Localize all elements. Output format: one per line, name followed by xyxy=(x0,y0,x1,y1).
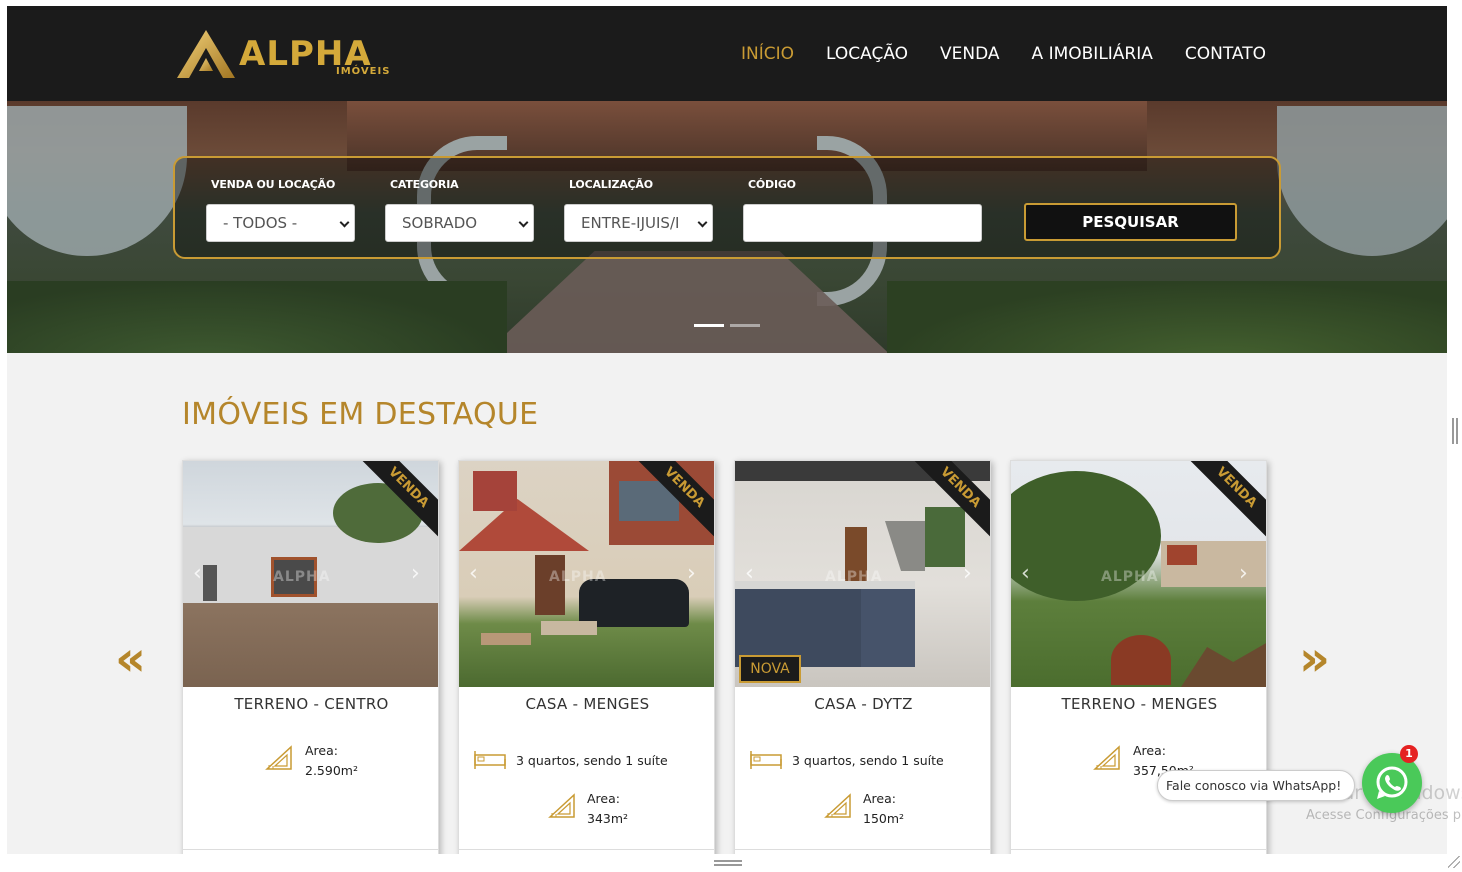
type-select[interactable]: - TODOS - xyxy=(206,204,355,242)
logo[interactable]: ALPHA IMÓVEIS xyxy=(175,28,407,80)
location-field: LOCALIZAÇÃO xyxy=(569,178,653,191)
property-card[interactable]: ALPHA ‹ › VENDA CASA - MENGES 3 quartos,… xyxy=(458,460,715,854)
notification-badge: 1 xyxy=(1400,745,1418,763)
code-field: CÓDIGO xyxy=(748,178,796,191)
scrollbar-grip[interactable] xyxy=(1452,418,1458,444)
chevron-down-icon xyxy=(518,217,529,228)
category-select[interactable]: SOBRADO xyxy=(385,204,534,242)
card-divider xyxy=(1011,849,1266,850)
property-photo[interactable]: ALPHA ‹ › VENDA xyxy=(459,461,714,687)
hero-banner: VENDA OU LOCAÇÃO - TODOS - CATEGORIA SOB… xyxy=(7,101,1447,353)
bed-icon xyxy=(474,751,506,769)
slider-dot-1[interactable] xyxy=(694,324,724,327)
hero-photo-plants xyxy=(7,281,507,353)
slider-dots xyxy=(694,324,760,327)
featured-title: IMÓVEIS EM DESTAQUE xyxy=(182,397,539,432)
photo-next-icon[interactable]: › xyxy=(411,561,420,586)
card-divider xyxy=(735,849,990,850)
category-select-value: SOBRADO xyxy=(402,214,478,232)
property-photo[interactable]: ALPHA ‹ › VENDA xyxy=(183,461,438,687)
property-title[interactable]: TERRENO - MENGES xyxy=(1011,695,1266,713)
category-label: CATEGORIA xyxy=(390,178,459,191)
area-label: Area: xyxy=(305,743,338,758)
area-icon xyxy=(824,793,851,818)
property-title[interactable]: CASA - DYTZ xyxy=(735,695,990,713)
property-photo[interactable]: ALPHA ‹ › VENDA NOVA xyxy=(735,461,990,687)
card-divider xyxy=(183,849,438,850)
photo-watermark: ALPHA xyxy=(1101,569,1159,585)
website: ALPHA IMÓVEIS INÍCIO LOCAÇÃO VENDA A IMO… xyxy=(7,6,1447,854)
type-select-value: - TODOS - xyxy=(223,214,298,232)
photo-prev-icon[interactable]: ‹ xyxy=(469,561,478,586)
main-nav: INÍCIO LOCAÇÃO VENDA A IMOBILIÁRIA CONTA… xyxy=(741,44,1266,64)
area-icon xyxy=(265,745,292,770)
photo-next-icon[interactable]: › xyxy=(1239,561,1248,586)
area-value: 2.590m² xyxy=(305,763,358,778)
rooms-text: 3 quartos, sendo 1 suíte xyxy=(792,753,944,768)
property-card[interactable]: ALPHA ‹ › VENDA TERRENO - CENTRO Area: 2… xyxy=(182,460,439,854)
bed-icon xyxy=(750,751,782,769)
hero-photo-fountain xyxy=(1277,106,1447,256)
hero-photo-fountain xyxy=(7,106,187,256)
photo-watermark: ALPHA xyxy=(273,569,331,585)
rooms-text: 3 quartos, sendo 1 suíte xyxy=(516,753,668,768)
area-icon xyxy=(1093,745,1120,770)
code-input[interactable] xyxy=(743,204,982,242)
location-select[interactable]: ENTRE-IJUIS/I xyxy=(564,204,713,242)
chevron-down-icon xyxy=(697,217,708,228)
slider-dot-2[interactable] xyxy=(730,324,760,327)
browser-frame: ALPHA IMÓVEIS INÍCIO LOCAÇÃO VENDA A IMO… xyxy=(0,0,1462,872)
hero-photo-plants xyxy=(887,281,1447,353)
card-divider xyxy=(459,849,714,850)
whatsapp-bubble[interactable]: Fale conosco via WhatsApp! xyxy=(1157,770,1355,801)
location-label: LOCALIZAÇÃO xyxy=(569,178,653,191)
photo-next-icon[interactable]: › xyxy=(963,561,972,586)
location-select-value: ENTRE-IJUIS/I xyxy=(581,214,680,232)
property-title[interactable]: CASA - MENGES xyxy=(459,695,714,713)
photo-prev-icon[interactable]: ‹ xyxy=(745,561,754,586)
photo-prev-icon[interactable]: ‹ xyxy=(193,561,202,586)
area-label: Area: xyxy=(863,791,896,806)
window-resize-corner-icon[interactable] xyxy=(1448,856,1460,868)
search-form: VENDA OU LOCAÇÃO - TODOS - CATEGORIA SOB… xyxy=(173,156,1281,259)
resize-handle[interactable] xyxy=(714,860,742,866)
area-value: 150m² xyxy=(863,811,905,826)
area-label: Area: xyxy=(1133,743,1166,758)
property-photo[interactable]: ALPHA ‹ › VENDA xyxy=(1011,461,1266,687)
category-field: CATEGORIA xyxy=(390,178,459,191)
type-label: VENDA OU LOCAÇÃO xyxy=(211,178,336,191)
new-badge: NOVA xyxy=(739,655,801,683)
property-title[interactable]: TERRENO - CENTRO xyxy=(183,695,438,713)
nav-locacao[interactable]: LOCAÇÃO xyxy=(826,44,908,64)
logo-subtext: IMÓVEIS xyxy=(336,66,391,77)
code-label: CÓDIGO xyxy=(748,178,796,191)
site-header: ALPHA IMÓVEIS INÍCIO LOCAÇÃO VENDA A IMO… xyxy=(7,6,1447,101)
photo-prev-icon[interactable]: ‹ xyxy=(1021,561,1030,586)
logo-mark-icon xyxy=(177,30,235,78)
nav-inicio[interactable]: INÍCIO xyxy=(741,44,794,64)
chevron-down-icon xyxy=(339,217,350,228)
photo-watermark: ALPHA xyxy=(549,569,607,585)
area-value: 343m² xyxy=(587,811,629,826)
area-label: Area: xyxy=(587,791,620,806)
property-card[interactable]: ALPHA ‹ › VENDA NOVA CASA - DYTZ 3 quart… xyxy=(734,460,991,854)
nav-contato[interactable]: CONTATO xyxy=(1185,44,1266,64)
nav-venda[interactable]: VENDA xyxy=(940,44,1000,64)
sale-ribbon: VENDA xyxy=(1184,461,1266,540)
search-button[interactable]: PESQUISAR xyxy=(1024,203,1237,241)
photo-watermark: ALPHA xyxy=(825,569,883,585)
carousel-prev-button[interactable]: « xyxy=(115,631,146,687)
area-icon xyxy=(548,793,575,818)
type-field: VENDA OU LOCAÇÃO xyxy=(211,178,335,191)
carousel-next-button[interactable]: » xyxy=(1299,631,1330,687)
nav-imobiliaria[interactable]: A IMOBILIÁRIA xyxy=(1032,44,1153,64)
photo-next-icon[interactable]: › xyxy=(687,561,696,586)
